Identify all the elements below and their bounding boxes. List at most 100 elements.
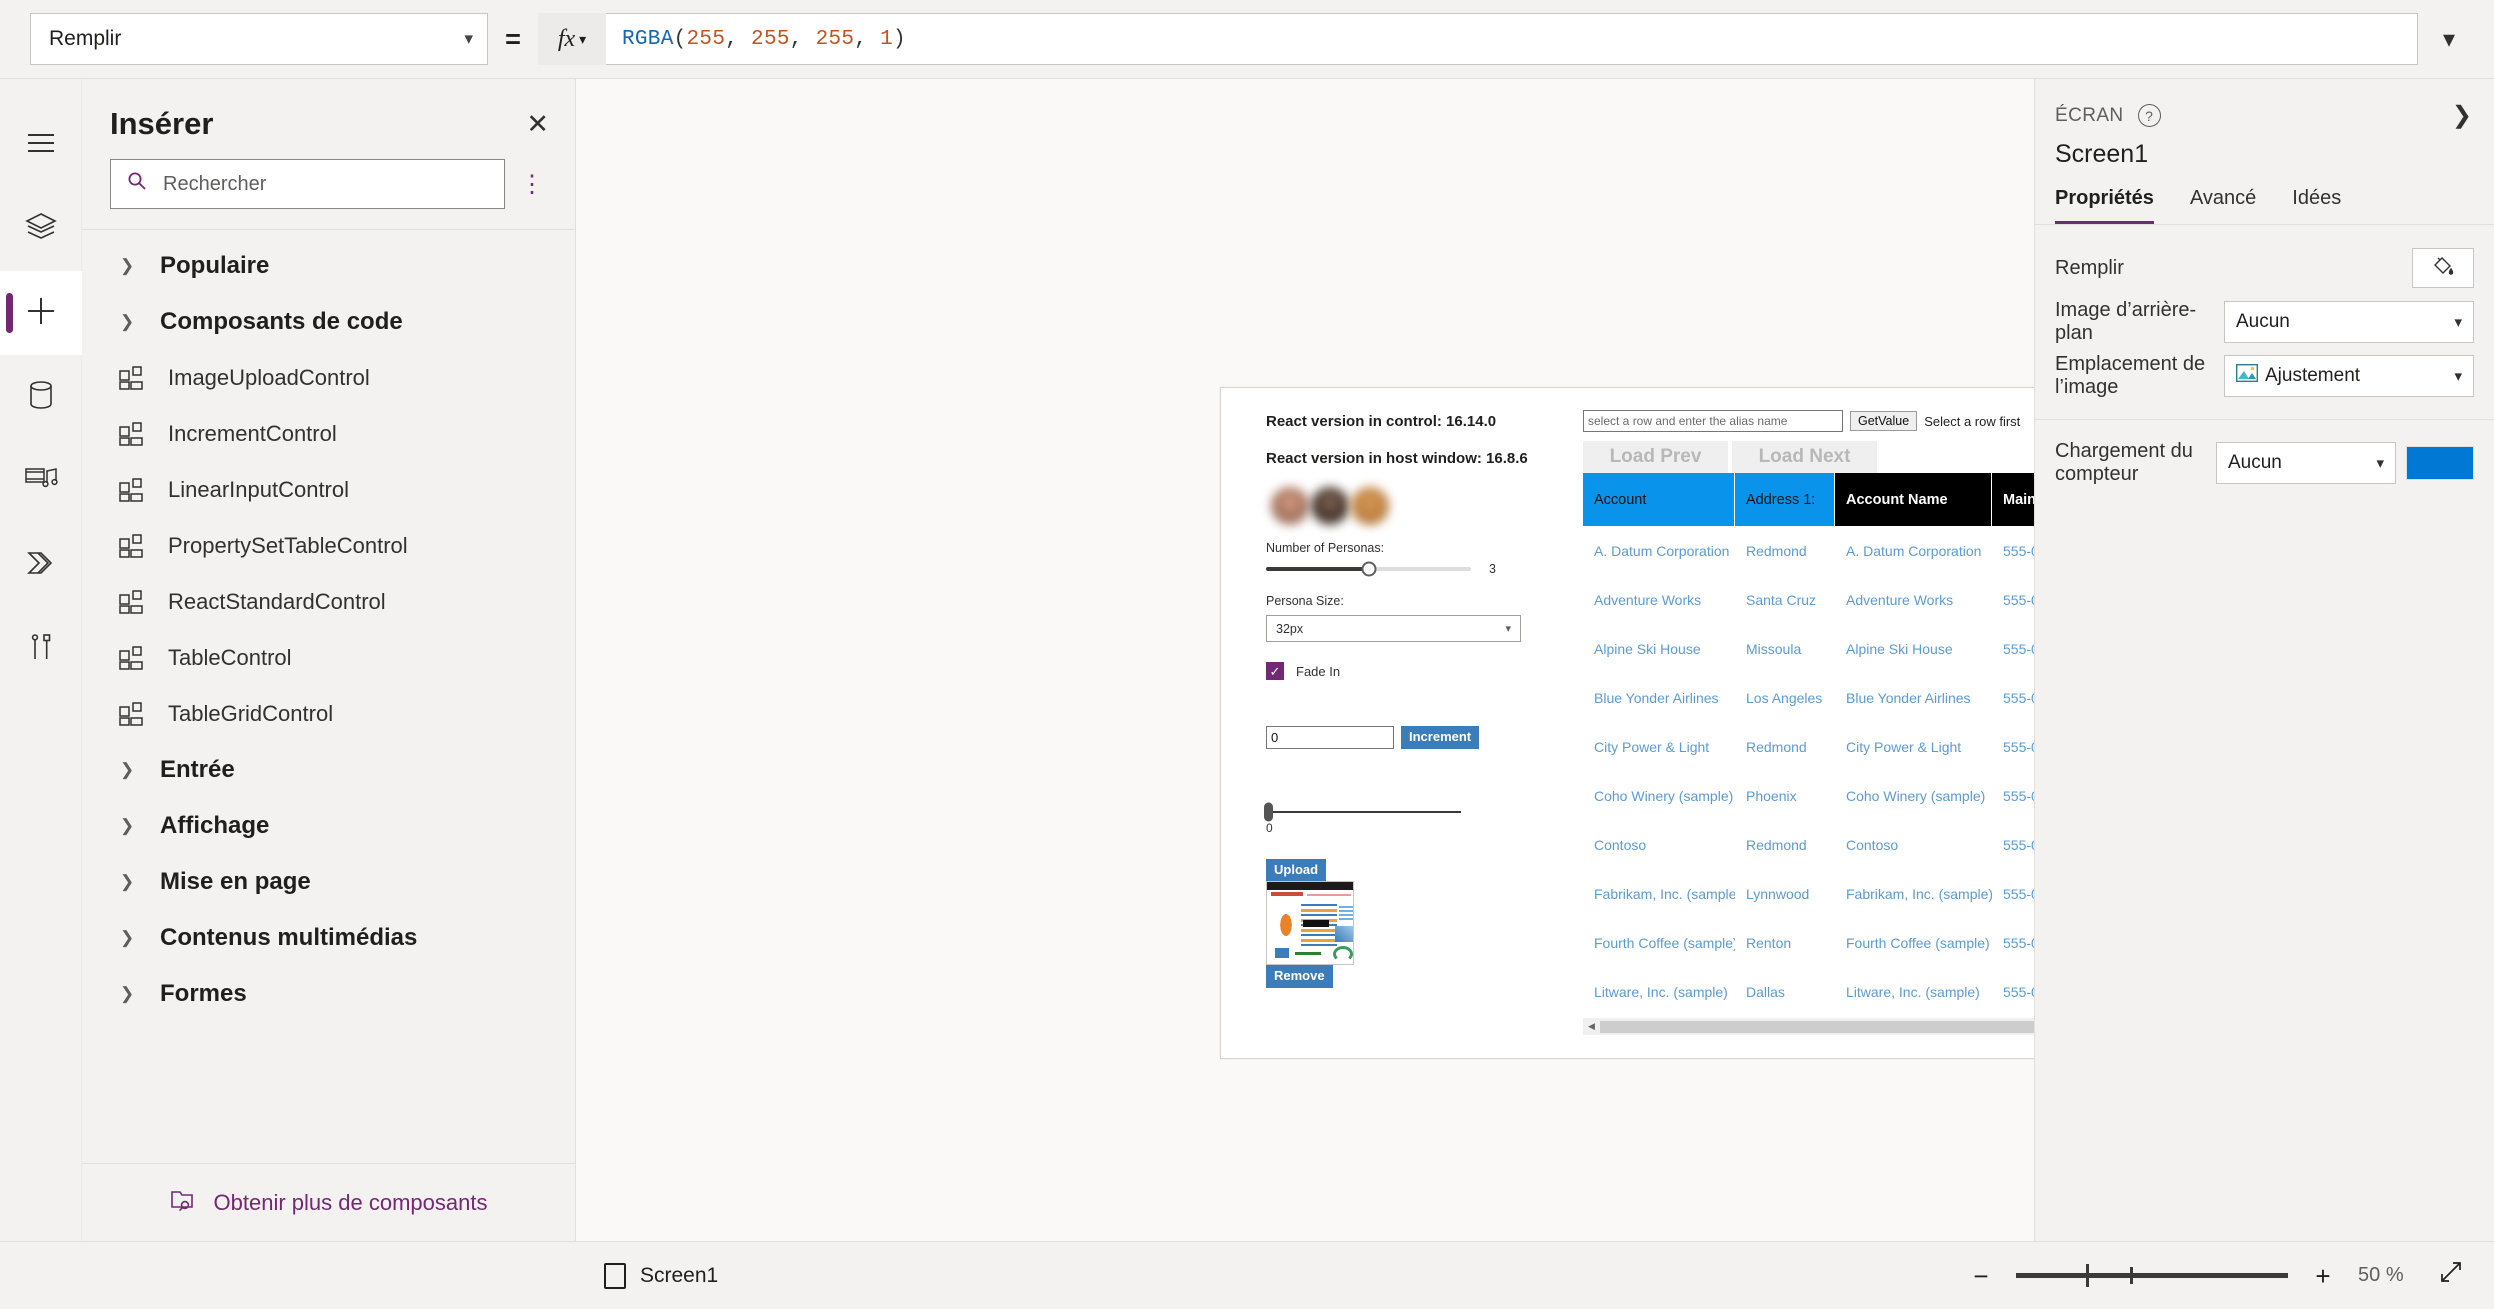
table-row[interactable]: Litware, Inc. (sample) Dallas Litware, I… bbox=[1583, 967, 2034, 1016]
rail-item-media[interactable] bbox=[0, 439, 82, 523]
grid-header-cell[interactable]: Account Name bbox=[1835, 473, 1992, 526]
search-input[interactable] bbox=[161, 171, 488, 197]
alias-input[interactable]: select a row and enter the alias name bbox=[1583, 410, 1843, 432]
uploaded-image-thumbnail[interactable] bbox=[1266, 881, 1354, 966]
category-composants-de-code[interactable]: ❯ Composants de code bbox=[82, 294, 575, 350]
loading-spinner-color-swatch[interactable] bbox=[2406, 446, 2474, 480]
table-row[interactable]: Blue Yonder Airlines Los Angeles Blue Yo… bbox=[1583, 673, 2034, 722]
get-more-components-button[interactable]: Obtenir plus de composants bbox=[82, 1163, 575, 1241]
grid-header-cell[interactable]: Address 1: bbox=[1735, 473, 1835, 526]
property-label: Chargement du compteur bbox=[2055, 440, 2193, 485]
component-incrementcontrol[interactable]: IncrementControl bbox=[82, 406, 575, 462]
upload-button[interactable]: Upload bbox=[1266, 859, 1327, 882]
status-screen-indicator[interactable]: Screen1 bbox=[604, 1262, 718, 1289]
get-value-button[interactable]: GetValue bbox=[1850, 411, 1918, 431]
scrollbar-thumb[interactable] bbox=[1600, 1020, 2034, 1033]
table-row[interactable]: Contoso Redmond Contoso 555-0156 Redmond bbox=[1583, 820, 2034, 869]
load-prev-button[interactable]: Load Prev bbox=[1583, 441, 1728, 473]
canvas-area[interactable]: React version in control: 16.14.0 React … bbox=[576, 79, 2034, 1241]
grid-header-cell[interactable]: Account bbox=[1583, 473, 1735, 526]
zoom-out-button[interactable]: − bbox=[1968, 1263, 1994, 1289]
rail-item-insert[interactable] bbox=[0, 271, 82, 355]
properties-group-appearance: Remplir Image d’arrière-plan Aucun ▾ Emp… bbox=[2035, 225, 2494, 413]
zoom-slider[interactable] bbox=[2016, 1264, 2288, 1287]
data-grid[interactable]: Account Address 1: Account Name Main Pho… bbox=[1583, 473, 2034, 1035]
grid-horizontal-scrollbar[interactable]: ◀ bbox=[1583, 1018, 2034, 1035]
category-mise-en-page[interactable]: ❯ Mise en page bbox=[82, 854, 575, 910]
chevron-down-icon: ▾ bbox=[579, 30, 587, 47]
search-box[interactable] bbox=[110, 159, 505, 210]
fill-color-button[interactable] bbox=[2412, 248, 2474, 288]
remove-button[interactable]: Remove bbox=[1266, 965, 1333, 988]
property-selector[interactable]: Remplir ▾ bbox=[30, 13, 488, 65]
rail-item-power-automate[interactable] bbox=[0, 523, 82, 607]
table-row[interactable]: Fabrikam, Inc. (sample) Lynnwood Fabrika… bbox=[1583, 869, 2034, 918]
category-entree[interactable]: ❯ Entrée bbox=[82, 742, 575, 798]
component-propertysettablecontrol[interactable]: PropertySetTableControl bbox=[82, 518, 575, 574]
fx-button[interactable]: fx ▾ bbox=[538, 13, 606, 65]
chevron-down-icon: ▾ bbox=[2454, 368, 2462, 385]
table-row[interactable]: Coho Winery (sample) Phoenix Coho Winery… bbox=[1583, 771, 2034, 820]
fade-in-checkbox[interactable]: ✓ bbox=[1266, 662, 1284, 680]
app-preview-canvas[interactable]: React version in control: 16.14.0 React … bbox=[1220, 387, 2034, 1059]
fx-label: fx bbox=[557, 25, 576, 52]
powerapps-studio: Remplir ▾ = fx ▾ RGBA(255, 255, 255, 1) … bbox=[0, 0, 2494, 1309]
table-row[interactable]: A. Datum Corporation Redmond A. Datum Co… bbox=[1583, 526, 2034, 575]
category-formes[interactable]: ❯ Formes bbox=[82, 966, 575, 1022]
category-affichage[interactable]: ❯ Affichage bbox=[82, 798, 575, 854]
properties-panel: ÉCRAN ? ❯ Screen1 Propriétés Avancé Idée… bbox=[2034, 79, 2494, 1241]
tab-idees[interactable]: Idées bbox=[2292, 187, 2341, 224]
component-label: TableControl bbox=[168, 645, 292, 671]
chevron-right-icon[interactable]: ❯ bbox=[2452, 101, 2472, 130]
zoom-slider-thumb[interactable] bbox=[2086, 1264, 2089, 1287]
help-icon[interactable]: ? bbox=[2137, 104, 2161, 127]
increment-input[interactable]: 0 bbox=[1266, 726, 1394, 749]
increment-button[interactable]: Increment bbox=[1401, 726, 1480, 749]
fade-in-checkbox-row[interactable]: ✓ Fade In bbox=[1266, 662, 1616, 680]
formula-bar-expand-button[interactable]: ▾ bbox=[2418, 13, 2480, 65]
persona-size-dropdown[interactable]: 32px ▾ bbox=[1266, 615, 1521, 642]
linear-slider-thumb[interactable] bbox=[1264, 802, 1273, 822]
image-position-dropdown[interactable]: Ajustement ▾ bbox=[2224, 355, 2474, 397]
table-row[interactable]: City Power & Light Redmond City Power & … bbox=[1583, 722, 2034, 771]
grid-cell: City Power & Light bbox=[1594, 738, 1710, 755]
component-imageuploadcontrol[interactable]: ImageUploadControl bbox=[82, 350, 575, 406]
grid-cell: 555-0158 bbox=[2003, 542, 2034, 559]
grid-cell: Blue Yonder Airlines bbox=[1594, 689, 1719, 706]
rail-item-data[interactable] bbox=[0, 355, 82, 439]
formula-function: RGBA bbox=[622, 27, 674, 51]
formula-input[interactable]: RGBA(255, 255, 255, 1) bbox=[606, 13, 2418, 65]
personas-slider[interactable] bbox=[1266, 561, 1471, 577]
table-row[interactable]: Alpine Ski House Missoula Alpine Ski Hou… bbox=[1583, 624, 2034, 673]
load-next-button[interactable]: Load Next bbox=[1732, 441, 1877, 473]
tab-avance[interactable]: Avancé bbox=[2190, 187, 2256, 224]
chevron-down-icon: ▾ bbox=[2454, 314, 2462, 331]
fullscreen-icon[interactable] bbox=[2438, 1259, 2464, 1292]
linear-slider[interactable] bbox=[1264, 802, 1461, 822]
rail-item-tools[interactable] bbox=[0, 607, 82, 691]
component-linearinputcontrol[interactable]: LinearInputControl bbox=[82, 462, 575, 518]
rail-item-tree-view[interactable] bbox=[0, 187, 82, 271]
category-label: Composants de code bbox=[160, 308, 403, 336]
category-label: Mise en page bbox=[160, 868, 311, 896]
zoom-controls: − + 50 % bbox=[1968, 1259, 2464, 1292]
category-populaire[interactable]: ❯ Populaire bbox=[82, 238, 575, 294]
zoom-in-button[interactable]: + bbox=[2310, 1263, 2336, 1289]
rail-item-hamburger-menu[interactable] bbox=[0, 103, 82, 187]
component-tablecontrol[interactable]: TableControl bbox=[82, 630, 575, 686]
flow-icon bbox=[25, 549, 57, 582]
category-label: Affichage bbox=[160, 812, 270, 840]
table-row[interactable]: Adventure Works Santa Cruz Adventure Wor… bbox=[1583, 575, 2034, 624]
table-row[interactable]: Fourth Coffee (sample) Renton Fourth Cof… bbox=[1583, 918, 2034, 967]
close-icon[interactable]: ✕ bbox=[526, 107, 549, 138]
loading-spinner-dropdown[interactable]: Aucun ▾ bbox=[2216, 442, 2396, 484]
component-tablegridcontrol[interactable]: TableGridControl bbox=[82, 686, 575, 742]
slider-thumb[interactable] bbox=[1361, 561, 1376, 577]
more-options-icon[interactable]: ⋮ bbox=[515, 172, 549, 196]
background-image-dropdown[interactable]: Aucun ▾ bbox=[2224, 301, 2474, 343]
tab-proprietes[interactable]: Propriétés bbox=[2055, 187, 2154, 224]
scroll-left-icon[interactable]: ◀ bbox=[1583, 1021, 1600, 1032]
grid-header-cell[interactable]: Main Phone bbox=[1992, 473, 2034, 526]
category-contenus-multimedias[interactable]: ❯ Contenus multimédias bbox=[82, 910, 575, 966]
component-reactstandardcontrol[interactable]: ReactStandardControl bbox=[82, 574, 575, 630]
